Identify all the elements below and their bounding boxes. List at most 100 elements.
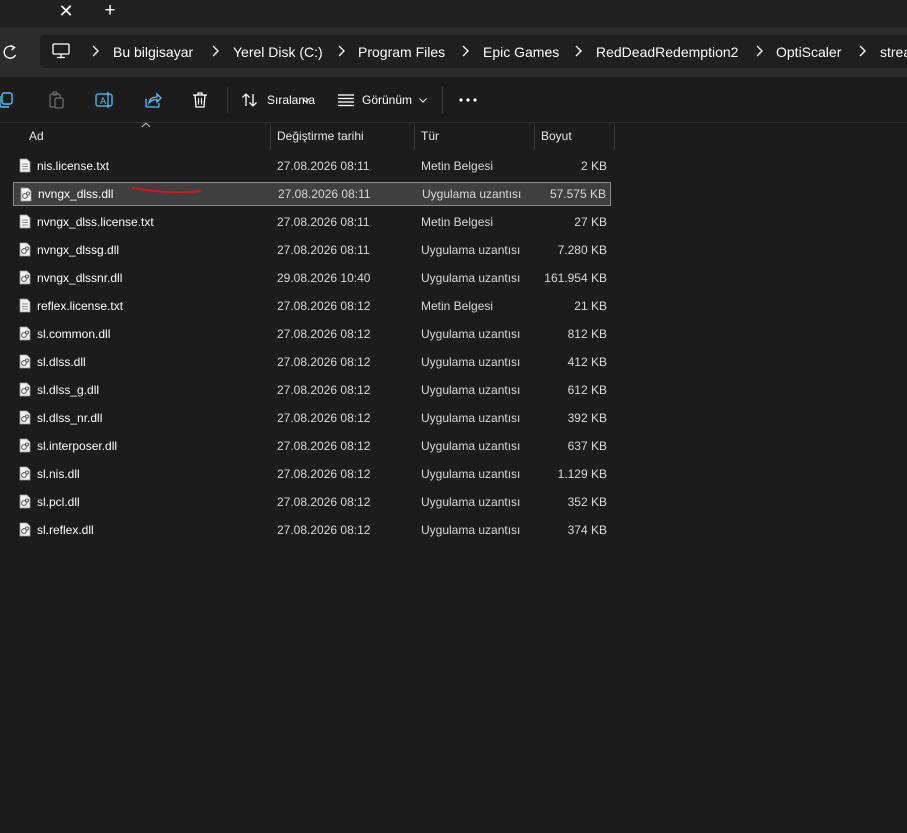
file-date: 29.08.2026 10:40 (277, 271, 371, 285)
file-type: Metin Belgesi (421, 215, 494, 229)
share-icon[interactable] (143, 90, 163, 110)
dll-file-icon (19, 522, 31, 537)
close-tab-button[interactable]: ✕ (56, 1, 76, 21)
file-row[interactable]: sl.dlss.dll 27.08.2026 08:12 Uygulama uzan… (13, 350, 611, 374)
column-header: Ad Değiştirme tarihi Tür Boyut (0, 122, 907, 149)
file-size: 2 KB (580, 159, 607, 173)
file-name: sl.interposer.dll (37, 439, 118, 453)
file-row[interactable]: nis.license.txt 27.08.2026 08:11 Metin Bel… (13, 154, 611, 178)
file-row[interactable]: sl.dlss_nr.dll 27.08.2026 08:12 Uygulama u… (13, 406, 611, 430)
column-name[interactable]: Ad (29, 123, 269, 149)
dll-file-icon (19, 270, 31, 285)
text-file-icon (19, 214, 31, 229)
file-row[interactable]: sl.reflex.dll 27.08.2026 08:12 Uygulama uz… (13, 518, 611, 542)
more-options-icon[interactable] (456, 91, 480, 109)
breadcrumb-item[interactable]: OptiScaler (776, 43, 841, 61)
file-type: Uygulama uzantısı (421, 523, 521, 537)
file-type: Uygulama uzantısı (421, 327, 521, 341)
file-row[interactable]: sl.pcl.dll 27.08.2026 08:12 Uygulama uzant… (13, 490, 611, 514)
file-row[interactable]: sl.dlss_g.dll 27.08.2026 08:12 Uygulama uz… (13, 378, 611, 402)
sort-icon (242, 93, 257, 107)
dll-file-icon (19, 242, 31, 257)
column-divider[interactable] (270, 125, 271, 149)
breadcrumb-item[interactable]: Yerel Disk (C:) (233, 43, 323, 61)
file-row[interactable]: nvngx_dlss.license.txt 27.08.2026 08:11 Me… (13, 210, 611, 234)
column-date[interactable]: Değiştirme tarihi (277, 123, 412, 149)
file-date: 27.08.2026 08:12 (277, 411, 371, 425)
file-name: sl.common.dll (37, 327, 111, 341)
column-size[interactable]: Boyut (541, 123, 611, 149)
file-date: 27.08.2026 08:12 (277, 327, 371, 341)
svg-text:A: A (100, 97, 107, 107)
refresh-icon (3, 44, 17, 59)
file-type: Uygulama uzantısı (422, 187, 522, 201)
file-date: 27.08.2026 08:11 (278, 187, 371, 201)
column-type[interactable]: Tür (421, 123, 531, 149)
file-size: 352 KB (567, 495, 607, 509)
breadcrumb-item[interactable]: Program Files (358, 43, 445, 61)
file-row[interactable]: nvngx_dlssg.dll 27.08.2026 08:11 Uygulama … (13, 238, 611, 262)
file-name: nvngx_dlssg.dll (37, 243, 120, 257)
file-date: 27.08.2026 08:12 (277, 299, 371, 313)
breadcrumb-chevron-icon[interactable] (573, 44, 583, 58)
breadcrumb-chevron-icon[interactable] (754, 44, 764, 58)
delete-icon[interactable] (190, 90, 210, 110)
refresh-button[interactable] (0, 41, 22, 63)
file-row[interactable]: nvngx_dlssnr.dll 29.08.2026 10:40 Uygulama… (13, 266, 611, 290)
file-name: sl.dlss_nr.dll (37, 411, 103, 425)
file-name: sl.dlss.dll (37, 355, 86, 369)
file-type: Metin Belgesi (421, 299, 494, 313)
file-row[interactable]: sl.common.dll 27.08.2026 08:12 Uygulama uz… (13, 322, 611, 346)
file-type: Uygulama uzantısı (421, 243, 521, 257)
view-button[interactable]: Görünüm (337, 89, 429, 111)
file-name: nvngx_dlss.license.txt (37, 215, 154, 229)
paste-icon[interactable] (46, 90, 66, 110)
dll-file-icon (19, 326, 31, 341)
file-row-selected[interactable]: nvngx_dlss.dll 27.08.2026 08:11 Uygulama u… (13, 182, 611, 206)
file-row[interactable]: sl.nis.dll 27.08.2026 08:12 Uygulama uzant… (13, 462, 611, 486)
file-name: reflex.license.txt (37, 299, 124, 313)
column-divider[interactable] (414, 125, 415, 149)
new-tab-button[interactable]: + (100, 1, 120, 21)
file-size: 612 KB (567, 383, 607, 397)
file-size: 637 KB (567, 439, 607, 453)
dll-file-icon (19, 354, 31, 369)
breadcrumb-chevron-icon[interactable] (857, 44, 867, 58)
view-icon (338, 94, 354, 107)
file-size: 412 KB (567, 355, 607, 369)
rename-icon[interactable]: A (94, 90, 114, 110)
file-type: Uygulama uzantısı (421, 495, 521, 509)
breadcrumb-chevron-icon[interactable] (336, 44, 346, 58)
breadcrumb-item[interactable]: RedDeadRedemption2 (596, 43, 738, 61)
file-type: Uygulama uzantısı (421, 411, 521, 425)
file-name: sl.nis.dll (37, 467, 80, 481)
dll-file-icon (20, 187, 32, 202)
dll-file-icon (19, 382, 31, 397)
computer-icon (52, 43, 70, 59)
file-name: nis.license.txt (37, 159, 110, 173)
breadcrumb-chevron-icon[interactable] (210, 44, 220, 58)
dll-file-icon (19, 438, 31, 453)
command-bar: A Sıralama Görünüm (0, 77, 907, 123)
file-size: 812 KB (567, 327, 607, 341)
column-divider[interactable] (534, 125, 535, 149)
file-row[interactable]: reflex.license.txt 27.08.2026 08:12 Metin … (13, 294, 611, 318)
breadcrumb-item[interactable]: Bu bilgisayar (113, 43, 193, 61)
copy-icon[interactable] (0, 90, 16, 110)
file-type: Metin Belgesi (421, 159, 494, 173)
sort-button[interactable]: Sıralama (241, 89, 315, 111)
column-divider[interactable] (614, 125, 615, 149)
file-date: 27.08.2026 08:12 (277, 523, 371, 537)
address-bar[interactable]: Bu bilgisayar Yerel Disk (C:) Program File… (40, 35, 907, 68)
file-date: 27.08.2026 08:12 (277, 467, 371, 481)
breadcrumb-item[interactable]: strea (880, 43, 907, 61)
tab-strip: ✕ + (0, 0, 907, 27)
file-type: Uygulama uzantısı (421, 271, 521, 285)
breadcrumb-item[interactable]: Epic Games (483, 43, 559, 61)
toolbar-separator (227, 87, 228, 113)
file-date: 27.08.2026 08:12 (277, 495, 371, 509)
address-row: Bu bilgisayar Yerel Disk (C:) Program File… (0, 27, 907, 77)
breadcrumb-chevron-icon[interactable] (460, 44, 470, 58)
breadcrumb-chevron-icon[interactable] (90, 44, 100, 58)
file-row[interactable]: sl.interposer.dll 27.08.2026 08:12 Uygulam… (13, 434, 611, 458)
